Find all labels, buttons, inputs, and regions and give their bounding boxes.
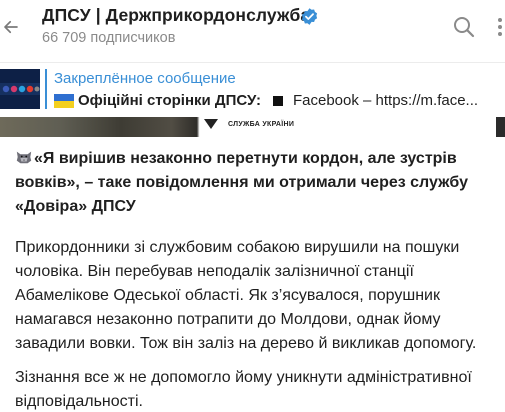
search-icon bbox=[454, 17, 475, 38]
verified-badge-icon bbox=[301, 8, 318, 25]
pinned-accent-bar bbox=[45, 69, 47, 109]
pinned-label: Закреплённое сообщение bbox=[54, 70, 236, 87]
message-paragraph-1: Прикордонники зі службовим собакою вируш… bbox=[15, 239, 477, 352]
pinned-thumbnail bbox=[0, 69, 40, 109]
emblem-icon bbox=[204, 119, 218, 129]
channel-header: ДПСУ | Держприкордонслужба 66 709 подпис… bbox=[0, 0, 505, 56]
pinned-strong-text: Офіційні сторінки ДПСУ: bbox=[78, 92, 261, 109]
channel-title[interactable]: ДПСУ | Держприкордонслужба bbox=[42, 5, 310, 26]
black-square-icon bbox=[272, 95, 283, 106]
back-button[interactable] bbox=[0, 10, 22, 44]
image-caption-text: СЛУЖБА УКРАЇНИ bbox=[228, 121, 295, 128]
ukraine-flag-icon bbox=[54, 93, 74, 108]
post-image-strip[interactable]: СЛУЖБА УКРАЇНИ bbox=[0, 117, 505, 137]
pinned-rest-text: Facebook – https://m.face... bbox=[292, 92, 479, 109]
social-icons-thumbnail bbox=[0, 69, 40, 109]
pinned-message-bar[interactable]: Закреплённое сообщение Офіційні сторінки… bbox=[0, 62, 505, 117]
message-lead-text: «Я вирішив незаконно перетнути кордон, а… bbox=[15, 150, 468, 215]
more-vertical-icon bbox=[498, 18, 502, 36]
image-edge bbox=[496, 117, 505, 137]
message-paragraph-2: Зізнання все ж не допомогло йому уникнут… bbox=[15, 369, 472, 410]
message-lead: «Я вирішив незаконно перетнути кордон, а… bbox=[15, 147, 503, 219]
more-options-button[interactable] bbox=[492, 15, 505, 41]
telegram-channel-view: ДПСУ | Держприкордонслужба 66 709 подпис… bbox=[0, 0, 505, 412]
message-bubble: «Я вирішив незаконно перетнути кордон, а… bbox=[0, 138, 505, 412]
search-button[interactable] bbox=[452, 15, 478, 41]
pinned-preview-text: Офіційні сторінки ДПСУ: Facebook – https… bbox=[54, 92, 505, 109]
subscriber-count: 66 709 подписчиков bbox=[42, 30, 176, 46]
wolf-emoji-icon bbox=[16, 151, 32, 164]
arrow-left-icon bbox=[4, 20, 18, 34]
